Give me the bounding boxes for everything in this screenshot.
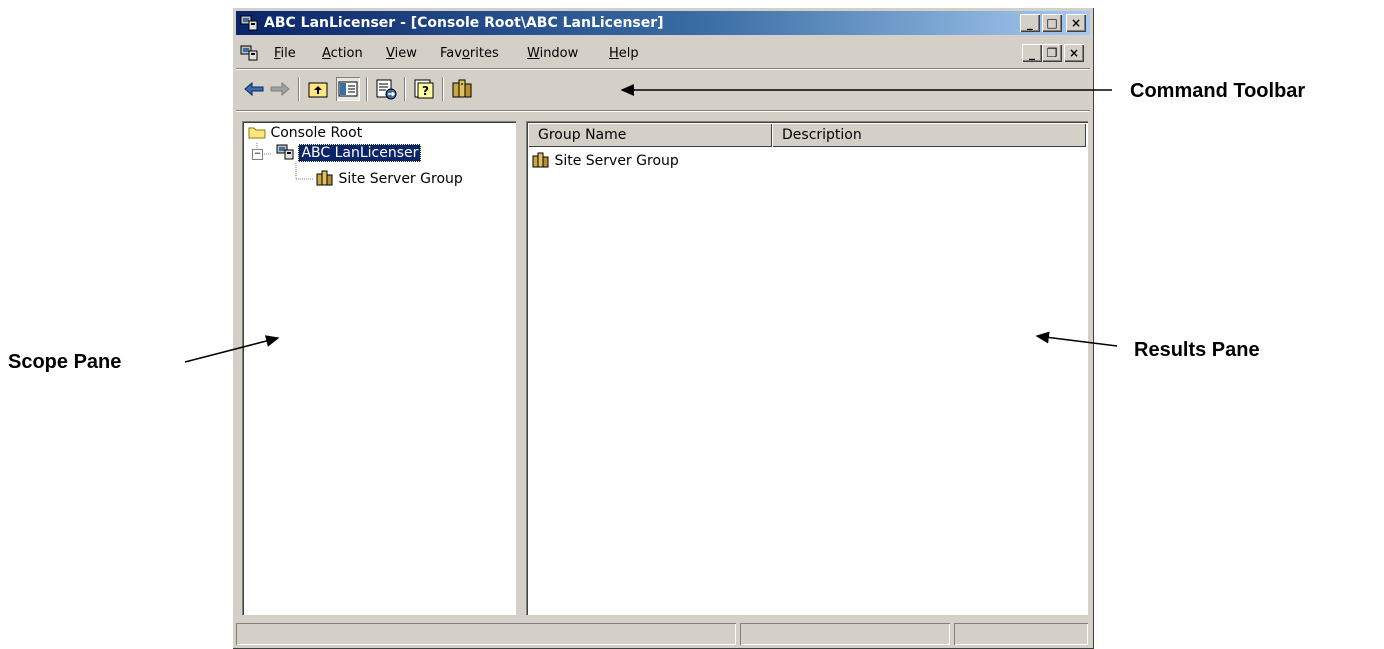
arrow-results-pane <box>1035 331 1118 347</box>
arrow-scope-pane <box>184 335 280 363</box>
callout-arrows <box>184 84 1118 363</box>
